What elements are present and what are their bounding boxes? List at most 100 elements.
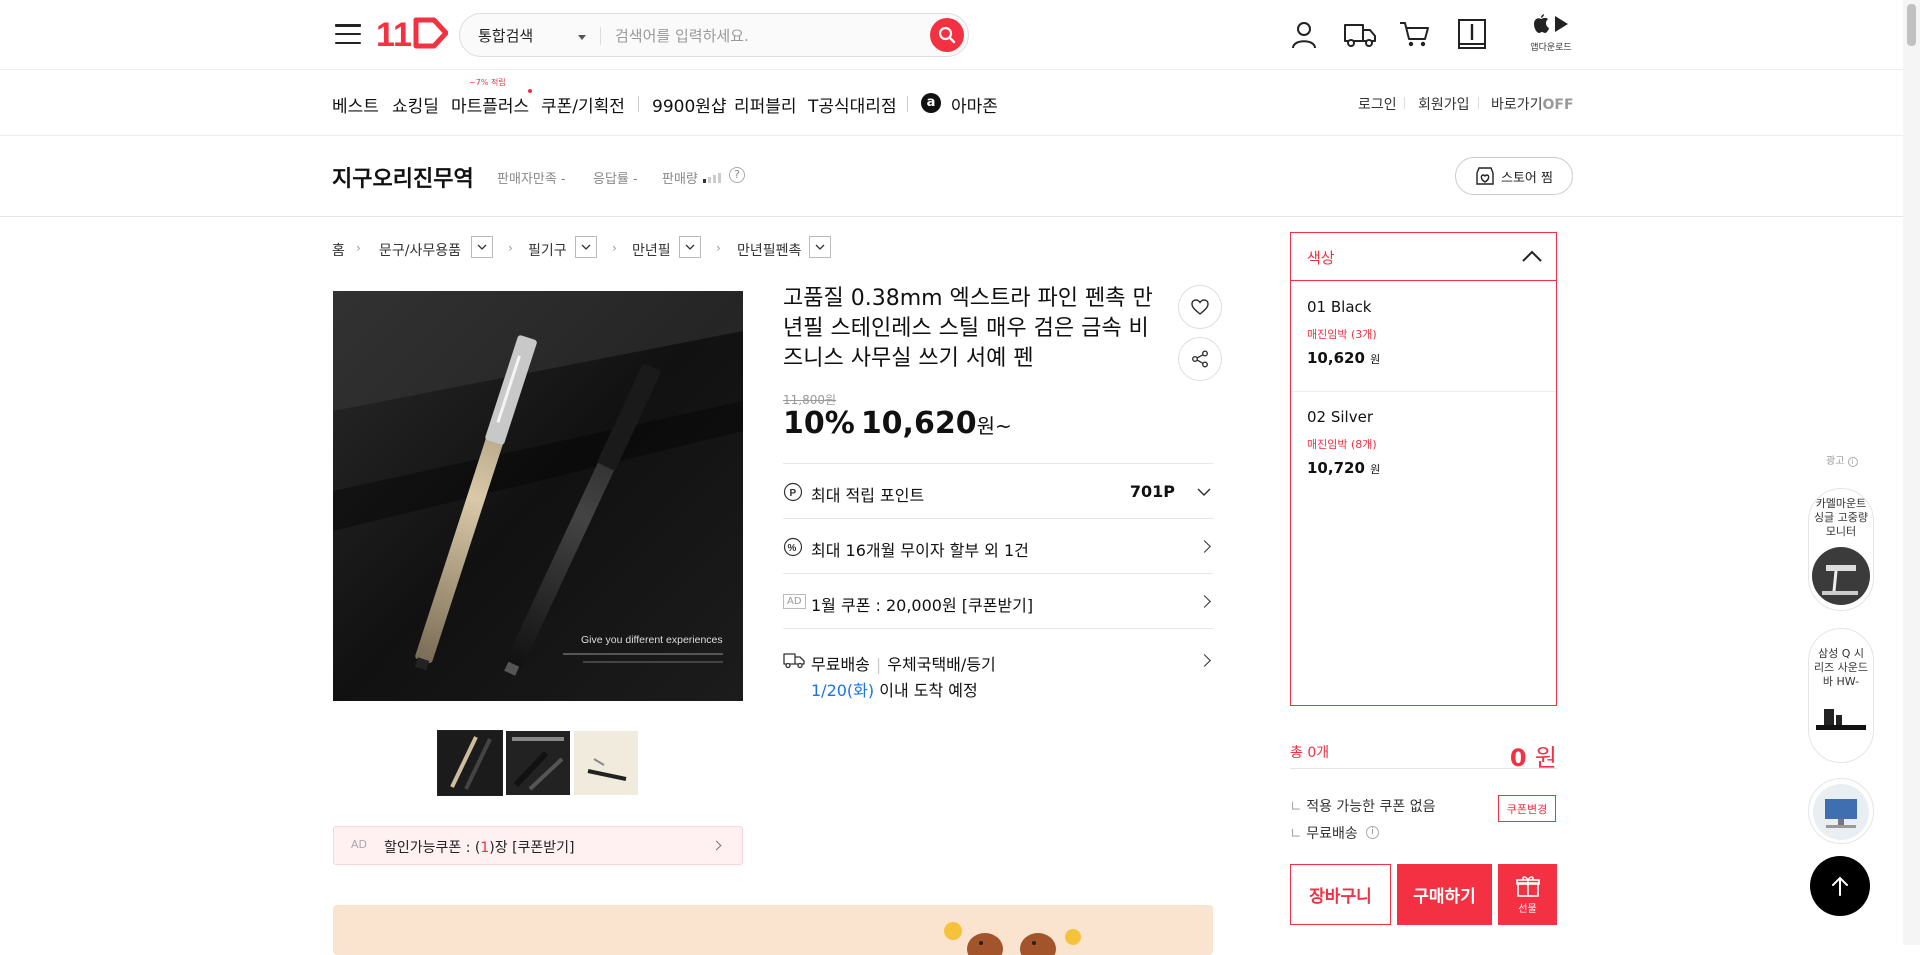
store-name[interactable]: 지구오리진무역 [332,161,474,193]
nav-item-mart-plus[interactable]: 마트플러스 [451,92,529,117]
thumbnail-2[interactable] [506,731,570,795]
price-unit: 원~ [976,414,1012,438]
side-ad-card[interactable] [1808,778,1874,844]
nav-item-coupon[interactable]: 쿠폰/기획전 [541,92,625,117]
cart-add-button[interactable]: 장바구니 [1290,864,1391,925]
installment-row[interactable]: % 최대 16개월 무이자 할부 외 1건 [783,518,1213,573]
option-stock: 매진임박 (3개) [1307,328,1377,341]
ad-coupon-count: 1 [480,840,490,856]
thumbnail-1[interactable] [437,730,503,796]
breadcrumb-dropdown[interactable] [809,236,831,258]
option-header[interactable]: 색상 [1291,233,1556,281]
nav-item-t-official[interactable]: T공식대리점 [808,92,897,117]
nav-item-amazon[interactable]: 아마존 [951,92,998,117]
points-row[interactable]: P 최대 적립 포인트 701P [783,463,1213,518]
search-category[interactable]: 통합검색 [478,25,533,46]
category-nav: 베스트 쇼킹딜 ~7% 적립 마트플러스 쿠폰/기획전 9900원샵 리퍼블리 … [0,70,1920,136]
store-bar: 지구오리진무역 판매자만족 - 응답률 - 판매량 ? 스토어 찜 [0,137,1920,217]
nav-item-9900[interactable]: 9900원샵 [652,92,727,117]
share-button[interactable] [1178,337,1222,381]
option-name: 02 Silver [1307,408,1373,426]
scrollbar-thumb[interactable] [1907,4,1916,46]
response-rate: 응답률 - [593,172,638,187]
help-icon[interactable]: ? [729,167,745,183]
login-link[interactable]: 로그인 [1358,94,1397,114]
point-icon: P [783,482,803,502]
nav-divider [638,96,639,112]
option-item[interactable]: 02 Silver 매진임박 (8개) 10,720 원 [1291,392,1556,502]
breadcrumb-level3[interactable]: 만년필 [632,240,671,260]
chevron-right-icon [1198,595,1211,608]
store-favorite-label: 스토어 찜 [1501,170,1553,186]
nav-item-refurbly[interactable]: 리퍼블리 [734,92,797,117]
chevron-right-icon [1198,654,1211,667]
shortcut-state: OFF [1542,97,1574,113]
store-favorite-button[interactable]: 스토어 찜 [1455,157,1573,195]
soundbar-image [1816,709,1866,730]
ad-tag: AD [351,838,367,851]
side-ad-card[interactable]: 카멜마운트 싱글 고중량 모니터 [1808,488,1874,611]
price-value: 10,620 [860,406,977,441]
coupon-text: 1월 쿠폰 : 20,000원 [쿠폰받기] [811,596,1034,615]
total-count: 총 0개 [1290,745,1330,761]
share-icon [1192,350,1208,368]
breadcrumb-level2[interactable]: 필기구 [528,240,567,260]
discount-rate: 10% [783,406,855,441]
menu-icon[interactable] [334,20,362,48]
search-input[interactable] [615,23,915,49]
points-value: 701P [1129,482,1175,501]
search-box: 통합검색 [459,13,969,57]
side-ad-card[interactable]: 삼성 Q 시리즈 사운드바 HW- [1808,628,1874,763]
buy-now-button[interactable]: 구매하기 [1397,864,1492,925]
info-icon: i [1847,457,1858,467]
ad-coupon-text: 할인가능쿠폰 : (1)장 [쿠폰받기] [384,837,575,857]
breadcrumb-home[interactable]: 홈 [332,240,345,260]
free-shipping: 무료배송 [1306,826,1358,842]
option-item[interactable]: 01 Black 매진임박 (3개) 10,620 원 [1291,282,1556,392]
coupon-change-button[interactable]: 쿠폰변경 [1498,795,1556,822]
arrival-text: 이내 도착 예정 [879,681,978,700]
scroll-top-button[interactable] [1810,856,1870,916]
shortcut-toggle[interactable]: 바로가기OFF [1491,94,1574,114]
recent-view-button[interactable] [1452,14,1492,54]
product-main-image[interactable]: Give you different experiences [333,291,743,701]
ad-tag: AD [783,594,806,609]
nav-item-best[interactable]: 베스트 [332,92,379,117]
sale-price: 10% 10,620원~ [783,406,1012,441]
thumbnail-3[interactable] [574,731,638,795]
app-download[interactable]: 앱다운로드 [1528,14,1574,53]
search-button[interactable] [930,18,964,52]
my-page-button[interactable] [1284,14,1324,54]
breadcrumb-dropdown[interactable] [679,236,701,258]
monitor-arm-image [1812,547,1870,605]
product-title: 고품질 0.38mm 엑스트라 파인 펜촉 만년필 스테인레스 스틸 매우 검은… [783,286,1153,371]
breadcrumb-level4[interactable]: 만년필펜촉 [737,240,801,260]
signup-link[interactable]: 회원가입 [1418,94,1470,114]
ad-coupon-banner[interactable]: AD 할인가능쿠폰 : (1)장 [쿠폰받기] [333,826,743,865]
coupon-row[interactable]: AD 1월 쿠폰 : 20,000원 [쿠폰받기] [783,573,1213,628]
shipping-row[interactable]: 무료배송 | 우체국택배/등기 1/20(화) 이내 도착 예정 [783,628,1213,708]
vertical-scrollbar[interactable] [1903,0,1920,945]
shipping-free: 무료배송 [811,655,870,674]
gift-button[interactable]: 선물 [1498,864,1557,925]
cart-button[interactable] [1395,14,1435,54]
chevron-down-icon[interactable] [578,35,586,40]
promo-banner[interactable] [333,905,1213,955]
shipping-status: ∟ 무료배송 [1290,823,1358,843]
breadcrumb-dropdown[interactable] [575,236,597,258]
breadcrumb-level1[interactable]: 문구/사무용품 [379,240,461,260]
coupon-status: ∟ 적용 가능한 쿠폰 없음 [1290,796,1435,816]
option-price-value: 10,620 [1307,349,1365,367]
nav-item-shocking-deal[interactable]: 쇼킹딜 [392,92,439,117]
chevron-down-icon [815,244,825,250]
info-icon[interactable]: i [1366,826,1379,839]
breadcrumb-dropdown[interactable] [471,236,493,258]
shortcut-label: 바로가기 [1491,97,1543,113]
chevron-down-icon [1197,488,1211,497]
delivery-button[interactable] [1340,14,1380,54]
horse-mascot-icon [944,922,1081,955]
wishlist-button[interactable] [1178,285,1222,329]
option-name: 01 Black [1307,298,1372,316]
logo[interactable]: 11 [376,14,449,54]
ad-label-text: 광고 [1826,456,1845,467]
